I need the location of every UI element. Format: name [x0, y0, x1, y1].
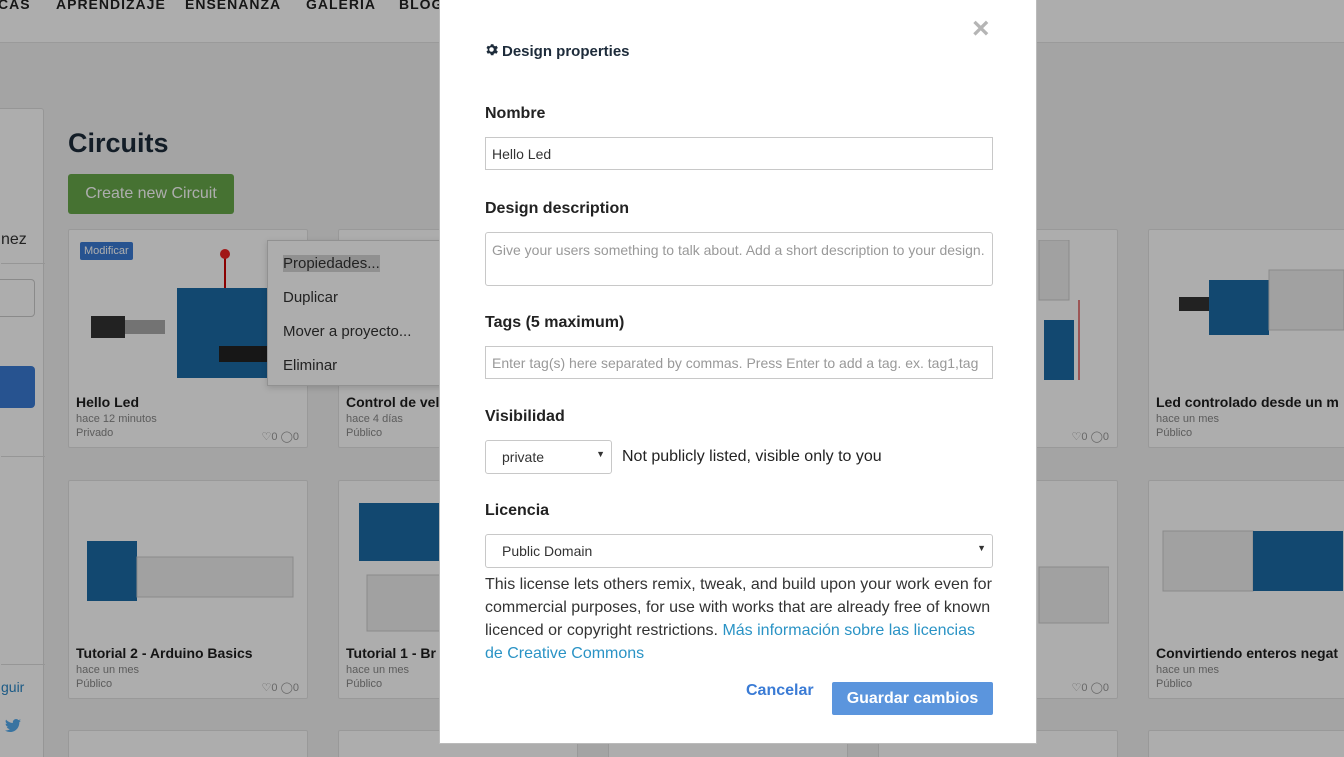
modal-header: Design properties [485, 43, 630, 60]
chevron-down-icon: ▼ [596, 449, 605, 459]
gear-icon [485, 43, 498, 60]
chevron-down-icon: ▼ [977, 543, 986, 553]
visibility-select[interactable]: private ▼ [485, 440, 612, 474]
tags-input[interactable]: Enter tag(s) here separated by commas. P… [485, 346, 993, 379]
description-label: Design description [485, 200, 630, 217]
tags-label: Tags (5 maximum) [485, 314, 625, 331]
license-label: Licencia [485, 502, 550, 519]
modal-title: Design properties [502, 43, 630, 60]
license-select[interactable]: Public Domain ▼ [485, 534, 993, 568]
license-description: This license lets others remix, tweak, a… [485, 573, 995, 665]
name-input[interactable]: Hello Led [485, 137, 993, 170]
visibility-selected: private [502, 449, 545, 465]
close-icon[interactable]: × [972, 14, 990, 44]
license-selected: Public Domain [502, 543, 593, 559]
cancel-button[interactable]: Cancelar [746, 682, 814, 700]
name-label: Nombre [485, 105, 546, 122]
save-changes-button[interactable]: Guardar cambios [832, 682, 993, 715]
description-textarea[interactable]: Give your users something to talk about.… [485, 232, 993, 286]
design-properties-modal: Design properties × Nombre Hello Led Des… [439, 0, 1037, 744]
visibility-label: Visibilidad [485, 408, 565, 425]
visibility-note: Not publicly listed, visible only to you [622, 448, 882, 465]
